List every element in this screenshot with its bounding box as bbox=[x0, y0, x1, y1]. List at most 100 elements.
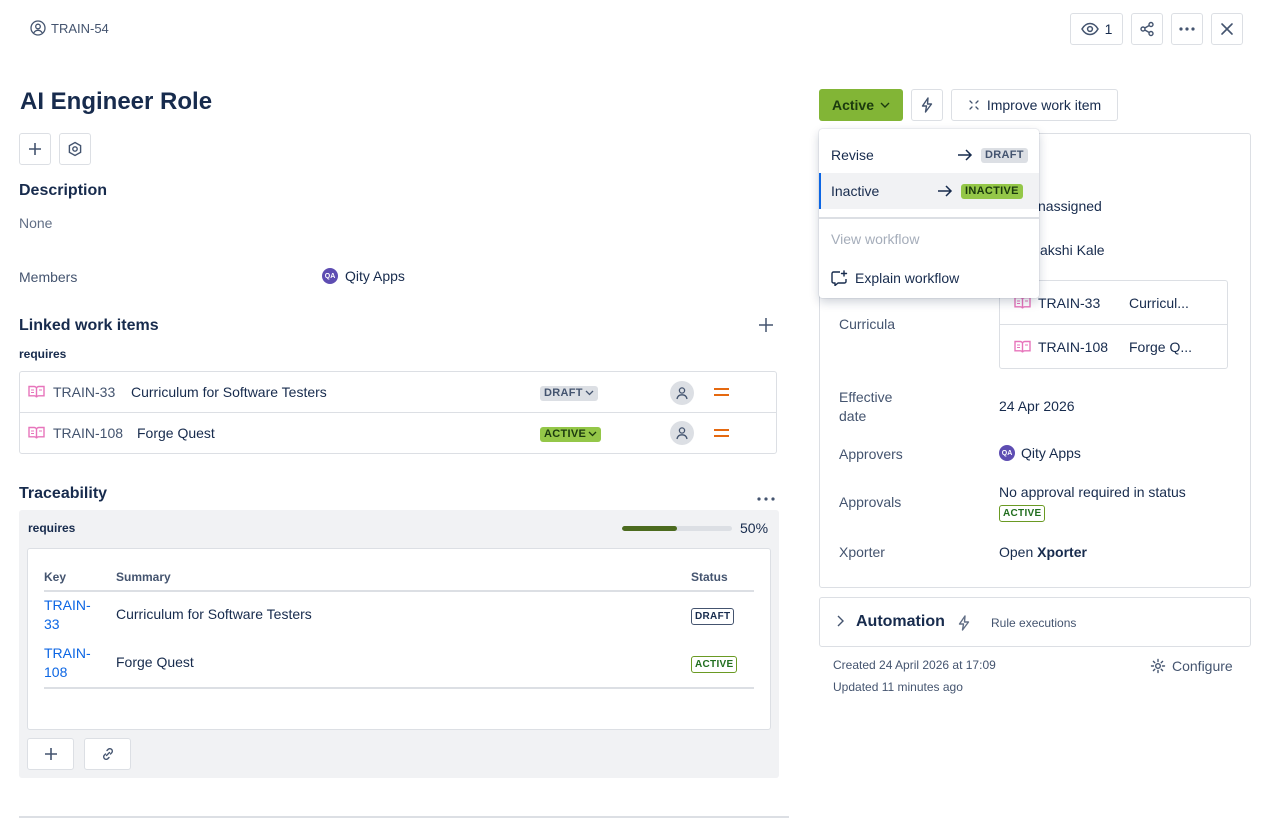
transition-target-lozenge: INACTIVE bbox=[961, 184, 1023, 199]
reporter-value[interactable]: akshi Kale bbox=[1040, 242, 1105, 258]
watch-count: 1 bbox=[1104, 21, 1113, 37]
linked-relation-label: requires bbox=[19, 347, 67, 361]
status-button-label: Active bbox=[831, 97, 875, 113]
approvers-label: Approvers bbox=[839, 446, 903, 462]
effective-date-label-line: Effective bbox=[839, 389, 893, 405]
column-header-summary: Summary bbox=[116, 570, 171, 584]
add-linked-item-button[interactable] bbox=[758, 317, 776, 335]
traceability-table: Key Summary Status TRAIN- 33 Curriculum f… bbox=[27, 548, 771, 730]
more-horizontal-icon bbox=[757, 497, 775, 501]
row-key-link[interactable]: TRAIN- 108 bbox=[44, 644, 91, 682]
transition-target-lozenge: DRAFT bbox=[981, 148, 1028, 163]
gear-icon bbox=[1150, 658, 1166, 674]
linked-item-key[interactable]: TRAIN-33 bbox=[53, 384, 115, 400]
automation-panel[interactable]: Automation Rule executions bbox=[819, 597, 1251, 647]
header-divider bbox=[44, 590, 754, 592]
transition-item-revise[interactable]: Revise DRAFT bbox=[819, 137, 1039, 173]
status-dropdown[interactable]: ACTIVE bbox=[540, 427, 602, 442]
more-actions-button[interactable] bbox=[1171, 13, 1203, 45]
close-button[interactable] bbox=[1211, 13, 1243, 45]
watch-button[interactable]: 1 bbox=[1070, 13, 1123, 45]
curricula-summary: Curricul... bbox=[1129, 295, 1189, 311]
assignee-avatar[interactable] bbox=[670, 381, 694, 405]
arrow-right-icon bbox=[958, 149, 973, 161]
link-trace-button[interactable] bbox=[84, 738, 131, 770]
progress-bar bbox=[622, 526, 732, 531]
linked-item-row[interactable]: TRAIN-108 Forge Quest ACTIVE bbox=[20, 413, 776, 453]
transition-item-inactive[interactable]: Inactive INACTIVE bbox=[819, 173, 1039, 209]
issue-key-breadcrumb[interactable]: TRAIN-54 bbox=[30, 20, 109, 36]
assignee-avatar[interactable] bbox=[670, 421, 694, 445]
members-value: Qity Apps bbox=[345, 268, 405, 284]
share-icon bbox=[1140, 21, 1154, 37]
view-workflow-item[interactable]: View workflow bbox=[831, 231, 919, 247]
issue-title[interactable]: AI Engineer Role bbox=[20, 88, 212, 116]
updated-timestamp: Updated 11 minutes ago bbox=[833, 680, 963, 694]
members-label: Members bbox=[19, 269, 78, 285]
plus-icon bbox=[44, 748, 57, 760]
book-icon bbox=[28, 385, 45, 398]
explain-workflow-item[interactable]: Explain workflow bbox=[831, 270, 959, 286]
explain-workflow-label: Explain workflow bbox=[855, 270, 960, 286]
add-trace-button[interactable] bbox=[27, 738, 74, 770]
curricula-key: TRAIN-108 bbox=[1038, 339, 1109, 355]
linked-item-row[interactable]: TRAIN-33 Curriculum for Software Testers… bbox=[20, 372, 776, 413]
menu-divider bbox=[819, 217, 1039, 219]
sparkle-icon bbox=[969, 100, 979, 110]
curricula-key: TRAIN-33 bbox=[1038, 295, 1101, 311]
linked-item-summary[interactable]: Curriculum for Software Testers bbox=[131, 384, 327, 400]
automation-trigger-button[interactable] bbox=[911, 89, 943, 121]
improve-label: Improve work item bbox=[986, 97, 1102, 113]
description-value[interactable]: None bbox=[19, 215, 52, 231]
improve-work-item-button[interactable]: Improve work item bbox=[951, 89, 1118, 121]
person-icon bbox=[676, 387, 688, 400]
status-dropdown[interactable]: DRAFT bbox=[540, 386, 598, 401]
apps-button[interactable] bbox=[59, 133, 91, 165]
add-button[interactable] bbox=[19, 133, 51, 165]
approvals-value: No approval required in status bbox=[999, 484, 1186, 500]
status-lozenge: ACTIVE bbox=[691, 656, 738, 673]
chevron-down-icon bbox=[588, 431, 597, 437]
chevron-right-icon bbox=[837, 615, 844, 627]
linked-item-summary[interactable]: Forge Quest bbox=[137, 425, 215, 441]
share-button[interactable] bbox=[1131, 13, 1163, 45]
bottom-divider bbox=[19, 816, 789, 818]
plus-icon bbox=[759, 318, 773, 332]
xporter-bold: Xporter bbox=[1037, 544, 1087, 560]
status-button[interactable]: Active bbox=[819, 89, 903, 121]
assignee-value[interactable]: nassigned bbox=[1038, 198, 1102, 214]
more-horizontal-icon bbox=[1179, 27, 1195, 31]
column-header-key: Key bbox=[44, 570, 67, 584]
row-key-part: 108 bbox=[44, 664, 68, 680]
user-circle-icon bbox=[30, 20, 46, 36]
settings-icon bbox=[68, 141, 82, 157]
members-field[interactable]: QA Qity Apps bbox=[322, 268, 405, 284]
linked-item-key[interactable]: TRAIN-108 bbox=[53, 425, 123, 441]
column-header-status: Status bbox=[691, 570, 728, 584]
approvers-value: Qity Apps bbox=[1021, 445, 1081, 461]
curricula-item[interactable]: TRAIN-108 Forge Q... bbox=[1000, 325, 1227, 368]
effective-date-label: Effective date bbox=[839, 388, 892, 426]
row-key-part: TRAIN- bbox=[44, 597, 91, 613]
link-icon bbox=[102, 748, 113, 760]
approvals-status-lozenge: ACTIVE bbox=[999, 505, 1046, 522]
curricula-label: Curricula bbox=[839, 316, 896, 332]
chevron-down-icon bbox=[585, 390, 594, 396]
lightning-icon bbox=[921, 97, 933, 113]
row-key-link[interactable]: TRAIN- 33 bbox=[44, 596, 91, 634]
book-icon bbox=[28, 426, 45, 439]
rule-executions-link[interactable]: Rule executions bbox=[991, 616, 1076, 630]
xporter-link[interactable]: Open Xporter bbox=[999, 544, 1087, 560]
configure-button[interactable]: Configure bbox=[1150, 658, 1233, 674]
table-row: TRAIN- 108 Forge Quest ACTIVE bbox=[44, 644, 754, 688]
status-lozenge: DRAFT bbox=[691, 608, 735, 625]
transition-label: Revise bbox=[831, 147, 874, 163]
traceability-more-button[interactable] bbox=[757, 488, 777, 501]
chat-sparkle-icon bbox=[831, 270, 848, 286]
approvers-field[interactable]: QA Qity Apps bbox=[999, 445, 1081, 461]
effective-date-value[interactable]: 24 Apr 2026 bbox=[999, 398, 1075, 414]
configure-label: Configure bbox=[1172, 658, 1233, 674]
automation-heading: Automation bbox=[856, 613, 945, 630]
book-icon bbox=[1014, 340, 1031, 353]
table-row: TRAIN- 33 Curriculum for Software Testers… bbox=[44, 596, 754, 640]
